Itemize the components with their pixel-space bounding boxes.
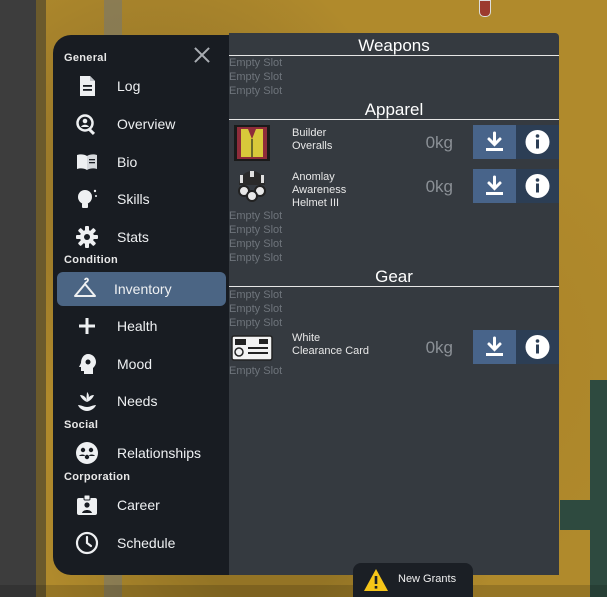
warning-icon bbox=[364, 569, 388, 591]
info-icon bbox=[525, 174, 550, 198]
item-weight: 0kg bbox=[425, 133, 453, 152]
lightbulb-icon bbox=[78, 189, 97, 208]
close-button[interactable] bbox=[192, 45, 212, 65]
hanger-icon bbox=[74, 277, 96, 297]
divider bbox=[229, 55, 559, 56]
info-button[interactable] bbox=[516, 169, 559, 203]
apparel-slot[interactable]: Empty Slot bbox=[229, 252, 282, 264]
sidebar-item-label: Health bbox=[117, 318, 158, 334]
sidebar-item-label: Needs bbox=[117, 393, 158, 409]
plus-icon bbox=[79, 318, 95, 334]
gear-item-row[interactable]: White Clearance Card 0kg bbox=[229, 330, 559, 366]
sidebar-item-label: Log bbox=[117, 78, 141, 94]
sidebar-item-needs[interactable]: Needs bbox=[57, 384, 226, 418]
sidebar-item-label: Bio bbox=[117, 154, 138, 170]
sidebar-item-bio[interactable]: Bio bbox=[57, 145, 226, 179]
magnifier-profile-icon bbox=[76, 114, 96, 136]
sidebar-item-label: Career bbox=[117, 497, 160, 513]
info-button[interactable] bbox=[516, 330, 559, 364]
item-name: Anomlay Awareness Helmet III bbox=[292, 171, 347, 209]
grass-tile bbox=[560, 500, 607, 530]
sidebar-item-mood[interactable]: Mood bbox=[57, 347, 226, 381]
gear-heading: Gear bbox=[375, 267, 413, 286]
apparel-slot[interactable]: Empty Slot bbox=[229, 224, 282, 236]
wall-edge bbox=[36, 0, 46, 597]
sidebar-item-label: Schedule bbox=[117, 535, 176, 551]
sidebar-item-career[interactable]: Career bbox=[57, 488, 226, 522]
gear-slot[interactable]: Empty Slot bbox=[229, 365, 282, 377]
gear-slot[interactable]: Empty Slot bbox=[229, 303, 282, 315]
section-label-condition: Condition bbox=[64, 254, 119, 266]
sidebar-item-label: Mood bbox=[117, 356, 153, 372]
unequip-button[interactable] bbox=[473, 169, 516, 203]
people-circle-icon bbox=[76, 442, 98, 464]
sidebar-item-label: Inventory bbox=[114, 281, 172, 297]
sidebar-item-log[interactable]: Log bbox=[57, 69, 226, 103]
notification-label: New Grants bbox=[398, 573, 457, 585]
section-label-social: Social bbox=[64, 419, 99, 431]
apparel-slot[interactable]: Empty Slot bbox=[229, 238, 282, 250]
sidebar-item-inventory[interactable]: Inventory bbox=[57, 272, 226, 306]
divider bbox=[229, 119, 559, 120]
item-name: White Clearance Card bbox=[292, 332, 370, 357]
sidebar-item-skills[interactable]: Skills bbox=[57, 182, 226, 216]
open-book-icon bbox=[77, 154, 97, 170]
leaf-hand-icon bbox=[78, 392, 96, 411]
sidebar-item-label: Stats bbox=[117, 229, 149, 245]
helmet-icon bbox=[238, 171, 266, 202]
divider bbox=[229, 286, 559, 287]
clearance-card-icon bbox=[231, 335, 273, 361]
item-weight: 0kg bbox=[425, 177, 453, 196]
download-icon bbox=[486, 336, 503, 356]
apparel-item-row[interactable]: Anomlay Awareness Helmet III 0kg bbox=[229, 169, 559, 209]
sidebar-item-label: Overview bbox=[117, 116, 176, 132]
sidebar-item-relationships[interactable]: Relationships bbox=[57, 436, 226, 470]
unequip-button[interactable] bbox=[473, 125, 516, 159]
item-weight: 0kg bbox=[425, 338, 453, 357]
gear-icon bbox=[76, 226, 98, 248]
sidebar-item-label: Skills bbox=[117, 191, 150, 207]
sidebar-item-schedule[interactable]: Schedule bbox=[57, 526, 226, 560]
download-icon bbox=[486, 175, 503, 195]
weapon-slot[interactable]: Empty Slot bbox=[229, 57, 282, 69]
unequip-button[interactable] bbox=[473, 330, 516, 364]
pawn-marker[interactable] bbox=[479, 0, 491, 17]
weapon-slot[interactable]: Empty Slot bbox=[229, 71, 282, 83]
new-grants-notification[interactable]: New Grants bbox=[353, 563, 473, 597]
bottom-shadow bbox=[0, 585, 607, 597]
gear-slot[interactable]: Empty Slot bbox=[229, 317, 282, 329]
weapon-slot[interactable]: Empty Slot bbox=[229, 85, 282, 97]
info-button[interactable] bbox=[516, 125, 559, 159]
sidebar-item-overview[interactable]: Overview bbox=[57, 107, 226, 141]
wall-tile bbox=[0, 0, 36, 597]
document-icon bbox=[80, 76, 95, 96]
overalls-icon bbox=[234, 125, 270, 161]
section-label-general: General bbox=[64, 52, 108, 64]
item-name: Builder Overalls bbox=[292, 127, 333, 152]
section-label-corporation: Corporation bbox=[64, 471, 131, 483]
clock-icon bbox=[75, 531, 99, 555]
sidebar-item-stats[interactable]: Stats bbox=[57, 220, 226, 254]
download-icon bbox=[486, 131, 503, 151]
grass-tile bbox=[590, 380, 607, 597]
inventory-panel: Weapons Empty Slot Empty Slot Empty Slot… bbox=[229, 33, 559, 575]
id-badge-icon bbox=[77, 494, 97, 515]
gear-slot[interactable]: Empty Slot bbox=[229, 289, 282, 301]
head-profile-icon bbox=[79, 354, 96, 374]
character-sidebar: General Log Overview Bio Skills Stats Co… bbox=[53, 35, 229, 575]
info-icon bbox=[525, 335, 550, 359]
apparel-slot[interactable]: Empty Slot bbox=[229, 210, 282, 222]
apparel-item-row[interactable]: Builder Overalls 0kg bbox=[229, 125, 559, 161]
sidebar-item-health[interactable]: Health bbox=[57, 309, 226, 343]
apparel-heading: Apparel bbox=[364, 100, 424, 119]
weapons-heading: Weapons bbox=[358, 36, 430, 55]
info-icon bbox=[525, 130, 550, 154]
sidebar-item-label: Relationships bbox=[117, 445, 202, 461]
